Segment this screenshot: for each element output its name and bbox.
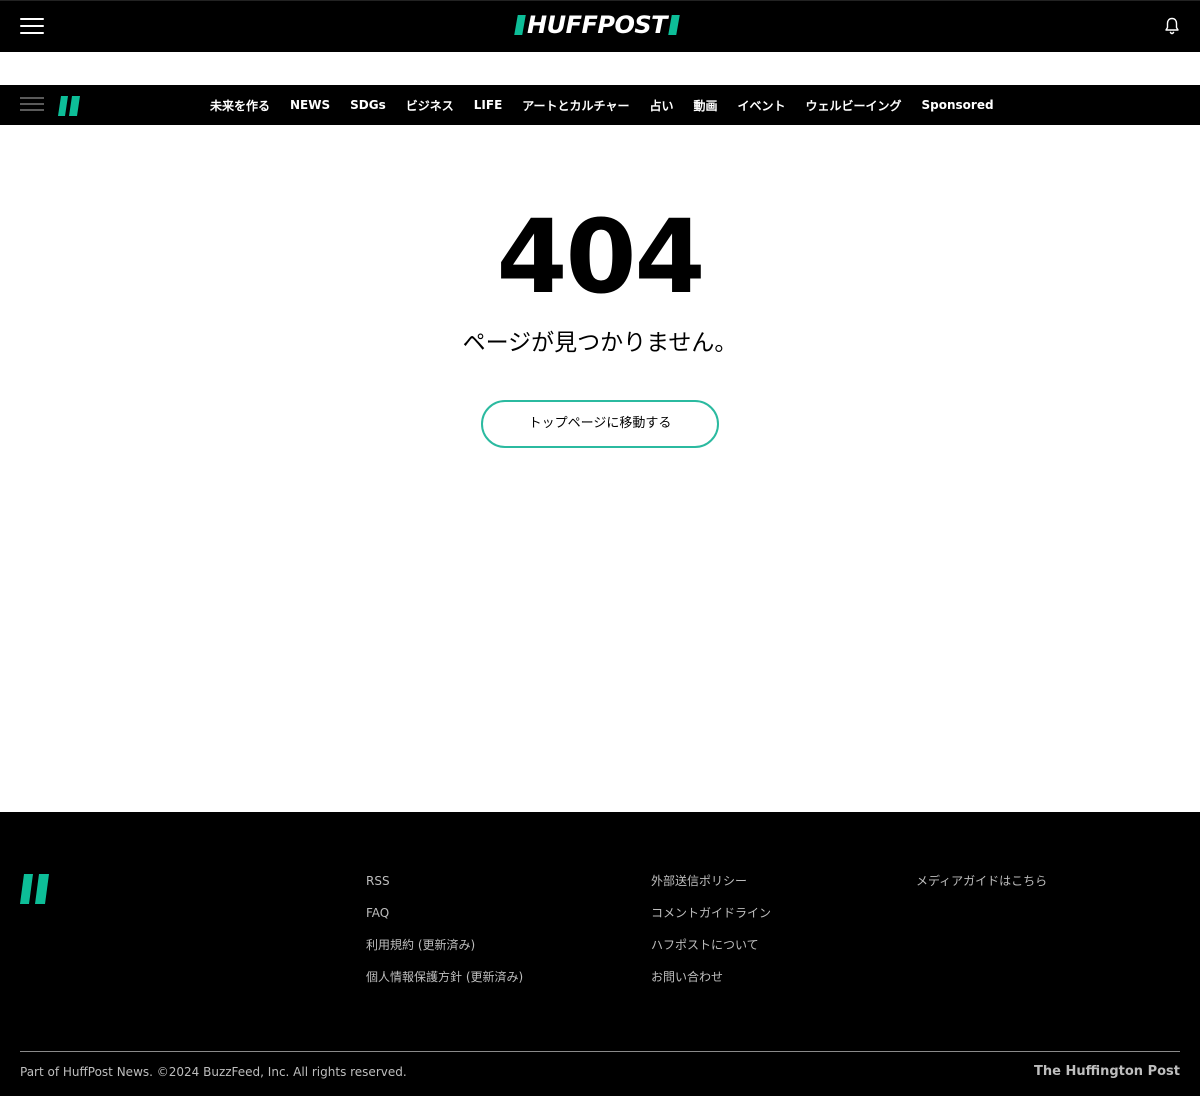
nav-menu-icon[interactable] (20, 97, 44, 113)
huffpost-logo[interactable]: HUFFPOST (514, 11, 680, 39)
nav-item-events[interactable]: イベント (727, 97, 795, 114)
nav-item-sdgs[interactable]: SDGs (340, 98, 396, 112)
footer-divider (20, 1051, 1180, 1052)
copyright-text: Part of HuffPost News. ©2024 BuzzFeed, I… (20, 1065, 407, 1079)
ad-spacer (0, 52, 1200, 85)
nav-items: 未来を作る NEWS SDGs ビジネス LIFE アートとカルチャー 占い 動… (200, 85, 1004, 125)
footer-links-col3: メディアガイドはこちら (916, 872, 1047, 904)
error-code: 404 (496, 198, 706, 317)
footer-link-contact[interactable]: お問い合わせ (651, 968, 771, 986)
footer-links-col1: RSS FAQ 利用規約 (更新済み) 個人情報保護方針 (更新済み) (366, 872, 523, 1000)
nav-item-art-culture[interactable]: アートとカルチャー (512, 97, 639, 114)
logo-left-bar (514, 15, 526, 35)
top-header: HUFFPOST (0, 0, 1200, 52)
footer-link-faq[interactable]: FAQ (366, 904, 523, 922)
logo-right-bar (668, 15, 680, 35)
nav-item-sponsored[interactable]: Sponsored (912, 98, 1004, 112)
footer-link-comment-guidelines[interactable]: コメントガイドライン (651, 904, 771, 922)
nav-item-business[interactable]: ビジネス (396, 97, 464, 114)
section-nav: 未来を作る NEWS SDGs ビジネス LIFE アートとカルチャー 占い 動… (0, 85, 1200, 125)
bell-icon[interactable] (1164, 17, 1180, 35)
logo-text: HUFFPOST (527, 11, 668, 39)
footer-link-terms[interactable]: 利用規約 (更新済み) (366, 936, 523, 954)
nav-item-news[interactable]: NEWS (280, 98, 340, 112)
footer: RSS FAQ 利用規約 (更新済み) 個人情報保護方針 (更新済み) 外部送信… (0, 812, 1200, 1096)
nav-item-future[interactable]: 未来を作る (200, 97, 280, 114)
footer-links-col2: 外部送信ポリシー コメントガイドライン ハフポストについて お問い合わせ (651, 872, 771, 1000)
footer-link-external-policy[interactable]: 外部送信ポリシー (651, 872, 771, 890)
footer-link-rss[interactable]: RSS (366, 872, 523, 890)
error-message: ページが見つかりません。 (462, 330, 738, 356)
footer-brand-name: The Huffington Post (1034, 1064, 1180, 1079)
nav-item-fortune[interactable]: 占い (639, 97, 683, 114)
huffpost-mark-icon[interactable] (58, 96, 80, 116)
footer-link-about[interactable]: ハフポストについて (651, 936, 771, 954)
huffpost-mark-icon[interactable] (20, 874, 50, 904)
nav-item-wellbeing[interactable]: ウェルビーイング (796, 97, 912, 114)
go-to-top-page-button[interactable]: トップページに移動する (481, 400, 719, 448)
footer-link-media-guide[interactable]: メディアガイドはこちら (916, 872, 1047, 890)
nav-item-life[interactable]: LIFE (464, 98, 513, 112)
nav-item-video[interactable]: 動画 (683, 97, 727, 114)
hamburger-menu-icon[interactable] (20, 18, 44, 36)
footer-link-privacy[interactable]: 個人情報保護方針 (更新済み) (366, 968, 523, 986)
